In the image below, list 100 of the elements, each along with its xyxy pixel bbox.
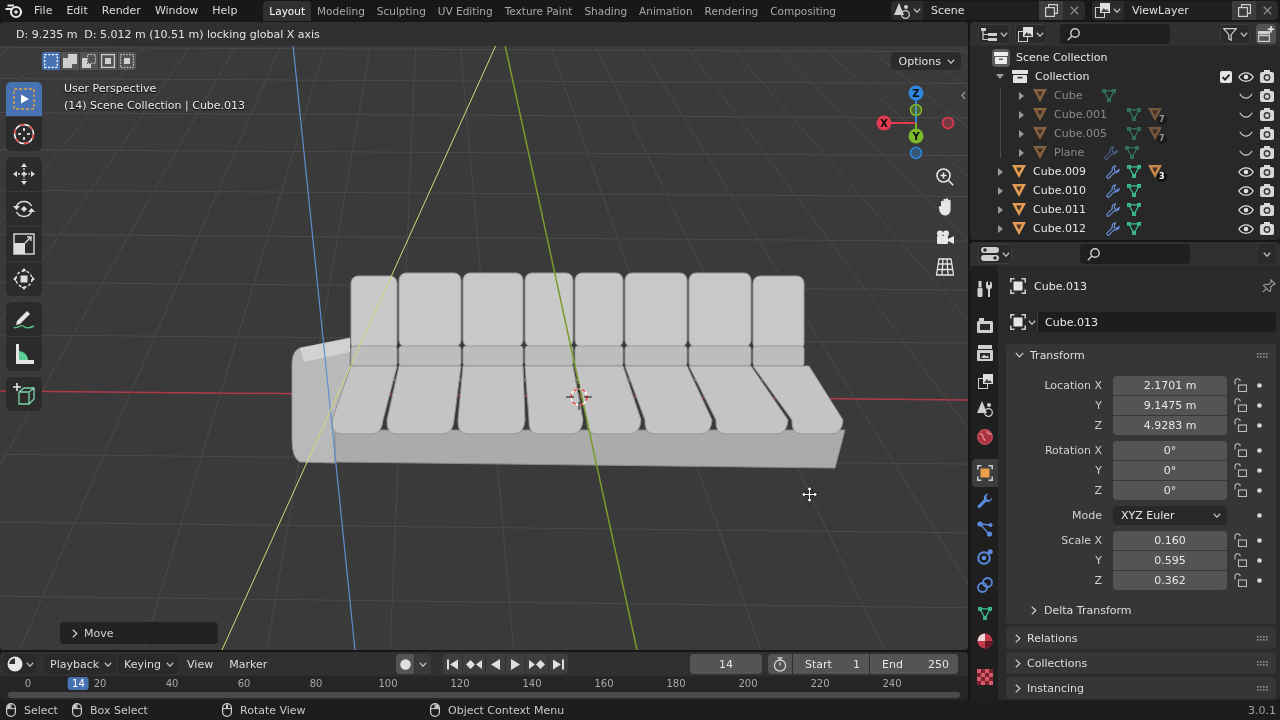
options-dropdown[interactable]: Options bbox=[890, 52, 961, 70]
workspace-tab[interactable]: UV Editing bbox=[431, 1, 499, 21]
unlock-icon[interactable] bbox=[1234, 398, 1247, 412]
view-layer-button[interactable] bbox=[1015, 24, 1047, 44]
unlock-icon[interactable] bbox=[1234, 533, 1247, 547]
selection-mode-button[interactable] bbox=[61, 52, 79, 70]
workspace-tab[interactable]: Shading bbox=[578, 1, 634, 21]
workspace-tab[interactable]: Texture Paint bbox=[498, 1, 579, 21]
unlock-icon[interactable] bbox=[1234, 418, 1247, 432]
scene-selector-button[interactable] bbox=[891, 1, 923, 20]
expand-arrow-icon[interactable] bbox=[997, 186, 1003, 195]
outliner-item[interactable]: Collection bbox=[1035, 70, 1090, 83]
workspace-tab[interactable]: Animation bbox=[633, 1, 699, 21]
menu-item[interactable]: Window bbox=[147, 0, 206, 21]
number-field[interactable]: 2.1701 m bbox=[1113, 375, 1227, 395]
panel-header[interactable]: Relations bbox=[1006, 627, 1276, 649]
eye-icon[interactable] bbox=[1238, 204, 1254, 215]
mesh-icon[interactable] bbox=[1102, 89, 1117, 102]
filter-button[interactable] bbox=[1220, 24, 1250, 44]
operator-panel[interactable]: Move bbox=[60, 622, 218, 644]
unlock-icon[interactable] bbox=[1234, 573, 1247, 587]
outliner-item[interactable]: Plane bbox=[1054, 146, 1085, 159]
outliner-item[interactable]: Cube.010 bbox=[1033, 184, 1086, 197]
unlock-icon[interactable] bbox=[1234, 378, 1247, 392]
zoom-icon[interactable] bbox=[936, 168, 954, 186]
menu-item[interactable]: File bbox=[27, 0, 60, 21]
menu-dropdown[interactable]: Playback bbox=[44, 654, 117, 674]
workspace-tab[interactable]: Compositing bbox=[764, 1, 843, 21]
keyframe-dot-icon[interactable] bbox=[1257, 422, 1262, 428]
camera-icon[interactable] bbox=[1260, 70, 1274, 83]
keyframe-dot-icon[interactable] bbox=[1257, 402, 1262, 408]
chevron-icon[interactable] bbox=[961, 91, 966, 100]
number-field[interactable]: 4.9283 m bbox=[1113, 415, 1227, 435]
options-dropdown[interactable] bbox=[1258, 244, 1276, 264]
closed-eye-icon[interactable] bbox=[1239, 130, 1253, 137]
transform-tool[interactable] bbox=[6, 262, 42, 296]
number-field[interactable]: 0.595 bbox=[1113, 550, 1227, 570]
unlock-icon[interactable] bbox=[1234, 483, 1247, 497]
number-field[interactable]: 0° bbox=[1113, 480, 1227, 500]
scene-name-field[interactable]: Scene bbox=[923, 1, 1039, 20]
camera-icon[interactable] bbox=[1260, 146, 1274, 159]
mesh-icon[interactable] bbox=[1126, 127, 1141, 140]
duplicate-button[interactable] bbox=[1232, 1, 1256, 20]
end-frame-field[interactable]: End 250 bbox=[870, 654, 958, 674]
wrench-icon[interactable] bbox=[1105, 221, 1120, 236]
camera-icon[interactable] bbox=[1260, 89, 1274, 102]
mesh-icon[interactable] bbox=[1126, 165, 1141, 178]
auto-keying-options-button[interactable] bbox=[415, 654, 432, 674]
wrench-icon[interactable] bbox=[1105, 202, 1120, 217]
panel-header[interactable]: Instancing bbox=[1006, 677, 1276, 699]
move-tool[interactable] bbox=[6, 157, 42, 191]
movie-camera-icon[interactable] bbox=[936, 230, 954, 244]
wrench-icon[interactable] bbox=[1105, 164, 1120, 179]
closed-eye-icon[interactable] bbox=[1239, 149, 1253, 156]
start-frame-field[interactable]: Start 1 bbox=[793, 654, 869, 674]
expand-arrow-icon[interactable] bbox=[997, 224, 1003, 233]
app-logo-icon[interactable] bbox=[5, 2, 23, 19]
camera-icon[interactable] bbox=[1260, 222, 1274, 235]
mesh-icon[interactable] bbox=[1126, 108, 1141, 121]
selection-mode-button[interactable] bbox=[42, 52, 60, 70]
keyframe-dot-icon[interactable] bbox=[1257, 447, 1262, 453]
outliner-item[interactable]: Cube.005 bbox=[1054, 127, 1107, 140]
drag-handle-icon[interactable] bbox=[1257, 660, 1268, 666]
annotate-tool[interactable] bbox=[6, 302, 42, 336]
mesh-icon[interactable] bbox=[1126, 203, 1141, 216]
eye-icon[interactable] bbox=[1238, 71, 1254, 82]
unlock-icon[interactable] bbox=[1234, 443, 1247, 457]
expand-arrow-icon[interactable] bbox=[997, 205, 1003, 214]
axis-handle[interactable] bbox=[909, 146, 923, 160]
measure-tool[interactable] bbox=[6, 337, 42, 371]
previous-keyframe-button[interactable] bbox=[463, 654, 486, 674]
close-button[interactable] bbox=[1256, 1, 1278, 20]
auto-keying-button[interactable] bbox=[396, 654, 415, 674]
selection-mode-button[interactable] bbox=[118, 52, 136, 70]
wrench-icon[interactable] bbox=[1105, 183, 1120, 198]
closed-eye-icon[interactable] bbox=[1239, 111, 1253, 118]
properties-tab[interactable] bbox=[972, 459, 998, 487]
keyframe-dot-icon[interactable] bbox=[1257, 537, 1262, 543]
keyframe-dot-icon[interactable] bbox=[1257, 467, 1262, 473]
camera-icon[interactable] bbox=[1260, 127, 1274, 140]
jump-end-button[interactable] bbox=[549, 654, 569, 674]
jump-start-button[interactable] bbox=[443, 654, 463, 674]
mode-dropdown[interactable]: XYZ Euler bbox=[1113, 505, 1227, 525]
workspace-tab[interactable]: Layout bbox=[263, 1, 312, 21]
number-field[interactable]: 0° bbox=[1113, 440, 1227, 460]
workspace-tab[interactable]: Sculpting bbox=[370, 1, 432, 21]
number-field[interactable]: 0.362 bbox=[1113, 570, 1227, 590]
expand-arrow-icon[interactable] bbox=[997, 167, 1003, 176]
expand-arrow-icon[interactable] bbox=[1018, 129, 1024, 138]
current-frame-field[interactable]: 14 bbox=[690, 654, 762, 674]
outliner-item[interactable]: Cube.012 bbox=[1033, 222, 1086, 235]
selection-mode-button[interactable] bbox=[99, 52, 117, 70]
axis-handle[interactable]: X bbox=[876, 115, 892, 131]
panel-header[interactable]: Transform bbox=[1006, 344, 1276, 366]
keyframe-dot-icon[interactable] bbox=[1257, 382, 1262, 388]
mesh-icon[interactable] bbox=[1126, 184, 1141, 197]
select-box-tool[interactable] bbox=[6, 82, 42, 116]
axis-handle[interactable] bbox=[941, 116, 955, 130]
editor-type-button[interactable] bbox=[4, 654, 36, 674]
number-field[interactable]: 0° bbox=[1113, 460, 1227, 480]
